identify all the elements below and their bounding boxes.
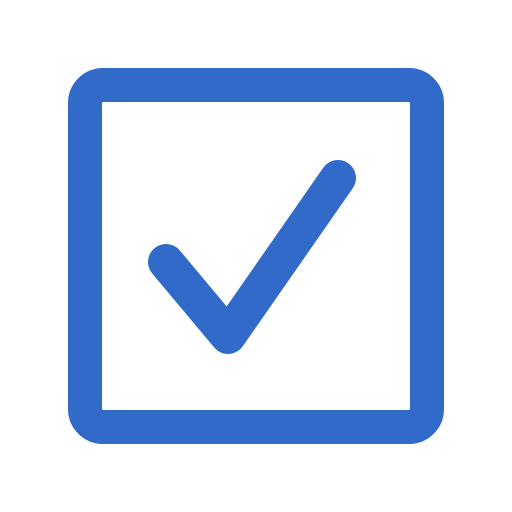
checkbox-checked-icon[interactable]: [0, 0, 512, 512]
icon-canvas: [0, 0, 512, 512]
check-mark-icon: [148, 160, 356, 354]
checkbox-box-outline: [68, 68, 444, 444]
